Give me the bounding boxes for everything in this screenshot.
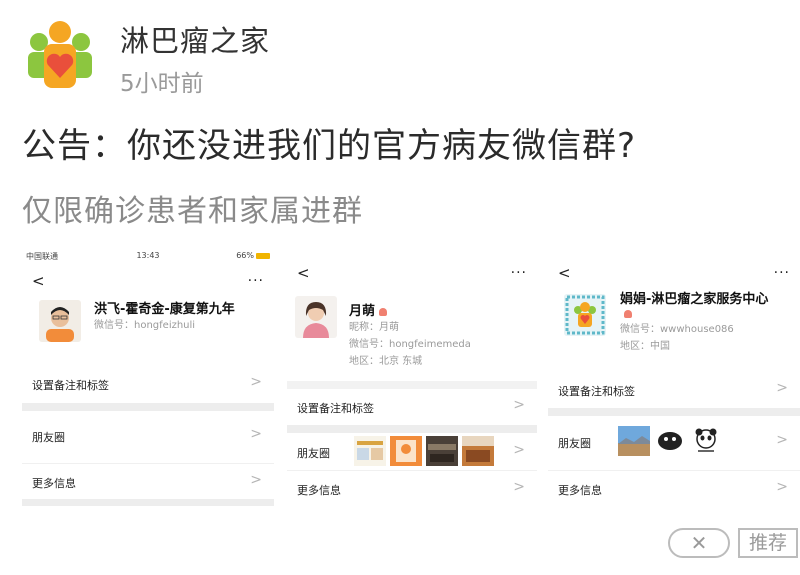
row-remark-tag[interactable]: 设置备注和标签 > [287, 389, 537, 425]
brand-logo [28, 21, 92, 88]
section-divider [22, 403, 274, 411]
row-label: 设置备注和标签 [32, 379, 109, 392]
profile-name: 月萌 [349, 300, 388, 319]
chevron-right-icon: > [776, 432, 788, 448]
section-divider [287, 425, 537, 433]
row-label: 设置备注和标签 [297, 402, 374, 415]
chevron-right-icon: > [513, 479, 525, 495]
row-more-info[interactable]: 更多信息 > [548, 470, 800, 506]
profile-name: 洪飞-霍奇金-康复第九年 [94, 302, 235, 317]
chevron-left-icon[interactable]: < [297, 266, 310, 281]
close-button[interactable]: ✕ [668, 528, 730, 558]
profile-screenshot-1[interactable]: 中国联通 13:43 66% < ··· 洪飞-霍奇金-康复第九年 微信号：ho… [22, 248, 274, 506]
row-label: 朋友圈 [297, 447, 330, 460]
chevron-left-icon[interactable]: < [32, 274, 45, 289]
row-label: 更多信息 [558, 484, 602, 497]
moments-thumbnail[interactable] [354, 436, 386, 466]
row-more-info[interactable]: 更多信息 > [22, 463, 274, 499]
battery-label: 66% [236, 251, 254, 260]
carrier-label: 中国联通 [26, 252, 58, 261]
moments-thumbnail[interactable] [462, 436, 494, 466]
chevron-right-icon: > [250, 426, 262, 442]
row-label: 朋友圈 [558, 437, 591, 450]
wechat-id: 微信号：hongfeizhuli [94, 320, 196, 331]
moments-thumbnail[interactable] [390, 436, 422, 466]
avatar [295, 296, 337, 338]
avatar [564, 294, 606, 336]
battery-icon [256, 252, 270, 259]
row-label: 更多信息 [297, 484, 341, 497]
profile-screenshot-2[interactable]: < ··· 月萌 昵称：月萌 微信号：hongfeimemeda 地区：北京 东… [287, 248, 537, 506]
post-timestamp: 5小时前 [120, 71, 204, 97]
moments-thumbnail[interactable] [690, 426, 722, 456]
section-divider [287, 381, 537, 389]
ellipsis-icon[interactable]: ··· [511, 266, 527, 280]
chevron-right-icon: > [250, 374, 262, 390]
section-divider [548, 408, 800, 416]
chevron-right-icon: > [250, 472, 262, 488]
chevron-left-icon[interactable]: < [558, 266, 571, 281]
row-remark-tag[interactable]: 设置备注和标签 > [22, 366, 274, 402]
profile-region: 地区：北京 东城 [349, 356, 423, 367]
chevron-right-icon: > [776, 380, 788, 396]
wechat-id: 微信号：wwwhouse086 [620, 324, 734, 335]
row-label: 朋友圈 [32, 431, 65, 444]
gender-female-icon [379, 307, 388, 316]
gender-female-icon [624, 310, 632, 318]
profile-name: 娟娟-淋巴瘤之家服务中心 [620, 292, 769, 307]
post-subtitle: 仅限确诊患者和家属进群 [22, 194, 363, 229]
chevron-right-icon: > [513, 397, 525, 413]
row-more-info[interactable]: 更多信息 > [287, 470, 537, 506]
avatar [39, 300, 81, 342]
chevron-right-icon: > [776, 479, 788, 495]
profile-screenshot-3[interactable]: < ··· 娟娟-淋巴瘤之家服务中心 微信号：wwwhouse086 地区：中国… [548, 248, 800, 506]
row-label: 设置备注和标签 [558, 385, 635, 398]
ellipsis-icon[interactable]: ··· [248, 274, 264, 288]
profile-nickname: 昵称：月萌 [349, 322, 399, 333]
ellipsis-icon[interactable]: ··· [774, 266, 790, 280]
clock-label: 13:43 [136, 251, 160, 260]
moments-thumbnail[interactable] [654, 426, 686, 456]
row-label: 更多信息 [32, 477, 76, 490]
row-moments[interactable]: 朋友圈 > [22, 418, 274, 454]
moments-thumbnail[interactable] [426, 436, 458, 466]
status-bar: 中国联通 13:43 66% [22, 248, 274, 262]
chevron-right-icon: > [513, 442, 525, 458]
row-remark-tag[interactable]: 设置备注和标签 > [548, 372, 800, 408]
section-divider [22, 499, 274, 506]
post-author[interactable]: 淋巴瘤之家 [120, 18, 270, 60]
post-title: 公告：你还没进我们的官方病友微信群? [22, 126, 637, 166]
recommend-button[interactable]: 推荐 [738, 528, 798, 558]
wechat-id: 微信号：hongfeimemeda [349, 339, 471, 350]
profile-region: 地区：中国 [620, 341, 670, 352]
moments-thumbnail[interactable] [618, 426, 650, 456]
